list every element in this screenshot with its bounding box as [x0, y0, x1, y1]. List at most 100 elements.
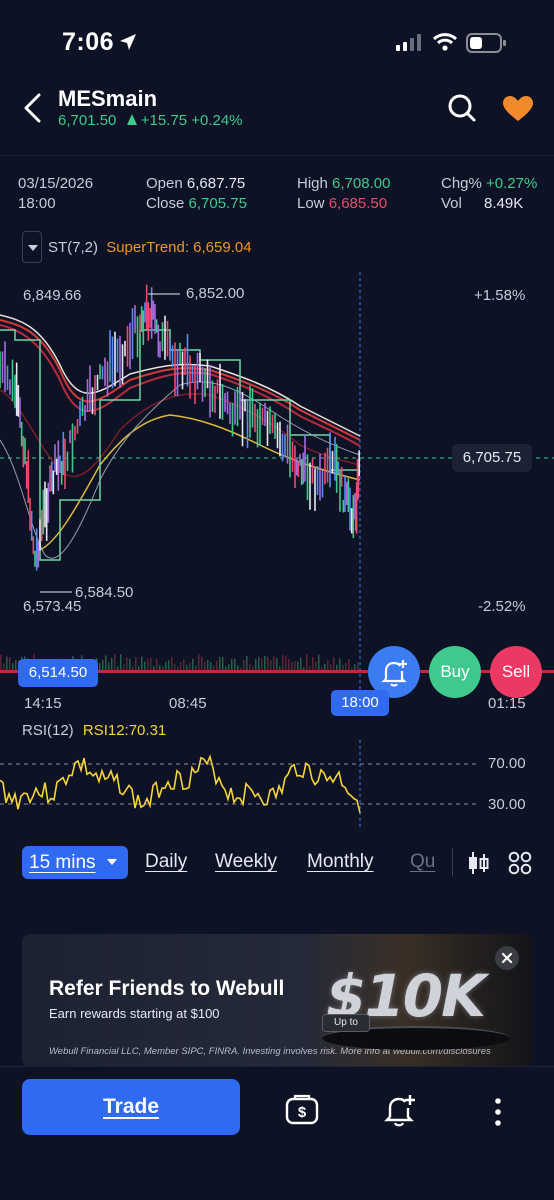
- close-value: 6,705.75: [188, 195, 247, 212]
- time-label-4: 01:15: [488, 695, 526, 712]
- tab-divider: [452, 848, 453, 876]
- volume-bar: [0, 654, 2, 672]
- low-row: Low 6,685.50: [297, 195, 387, 212]
- bell-plus-icon[interactable]: [384, 1093, 418, 1127]
- chevron-down-icon: [106, 859, 117, 865]
- volume-bar: [6, 656, 8, 672]
- badge-upto: Up to: [322, 1014, 370, 1032]
- wifi-icon: [432, 33, 458, 51]
- volume-bar: [339, 658, 341, 672]
- cash-icon[interactable]: $: [285, 1093, 319, 1125]
- cellular-signal-icon: [396, 34, 421, 51]
- vol-value: 8.49K: [484, 195, 524, 212]
- up-arrow-icon: [126, 114, 137, 125]
- sell-button[interactable]: Sell: [490, 646, 542, 698]
- low-marker-label: 6,584.50: [75, 584, 134, 601]
- volume-bar: [171, 657, 173, 672]
- crosshair-time-tag: 18:00: [331, 690, 389, 716]
- candlestick-icon[interactable]: [466, 850, 490, 876]
- search-icon[interactable]: [447, 93, 477, 123]
- price-chart[interactable]: [0, 270, 554, 715]
- tab-quarterly[interactable]: Qu: [410, 851, 435, 873]
- watchlist-heart-icon[interactable]: [502, 95, 534, 123]
- volume-bar: [105, 655, 107, 672]
- volume-bar: [120, 654, 122, 672]
- volume-bar: [273, 656, 275, 672]
- tab-daily[interactable]: Daily: [145, 851, 187, 873]
- buy-button[interactable]: Buy: [429, 646, 481, 698]
- symbol-quote: 6,701.50 +15.75 +0.24%: [58, 112, 243, 129]
- chg-row: Chg% +0.27%: [441, 175, 537, 192]
- referral-banner[interactable]: Refer Friends to Webull Earn rewards sta…: [22, 934, 532, 1067]
- vol-row: Vol 8.49K: [441, 195, 523, 212]
- open-value: 6,687.75: [186, 175, 246, 192]
- volume-bar: [246, 655, 248, 672]
- timeframe-selector[interactable]: 15 mins: [22, 846, 128, 879]
- rsi-header: RSI(12) RSI12:70.31: [22, 722, 166, 739]
- high-value: 6,708.00: [332, 175, 391, 192]
- volume-bar: [261, 658, 263, 672]
- banner-title: Refer Friends to Webull: [49, 977, 285, 1000]
- volume-bar: [201, 656, 203, 672]
- volume-bar: [333, 657, 335, 672]
- chart-max-label: 6,849.66: [23, 287, 82, 304]
- candlesticks: [0, 284, 360, 571]
- indicator-line[interactable]: ST(7,2) SuperTrend: 6,659.04: [48, 239, 252, 256]
- more-options-icon[interactable]: [490, 1097, 506, 1127]
- open-row: Open 6,687.75: [146, 175, 245, 192]
- indicator-dropdown[interactable]: [22, 231, 42, 263]
- grid-icon[interactable]: [508, 851, 532, 875]
- volume-bar: [147, 658, 149, 672]
- tab-monthly[interactable]: Monthly: [307, 851, 374, 873]
- location-arrow-icon: [120, 34, 136, 50]
- time-label-2: 08:45: [169, 695, 207, 712]
- low-price-tag: 6,514.50: [18, 659, 98, 687]
- volume-bar: [282, 655, 284, 672]
- rsi-value: RSI12:70.31: [82, 722, 167, 739]
- svg-text:$: $: [298, 1104, 307, 1121]
- header-divider: [0, 155, 554, 156]
- banner-close-button[interactable]: [495, 946, 519, 970]
- volume-bar: [267, 656, 269, 672]
- last-price: 6,701.50: [58, 112, 117, 129]
- bottom-divider: [0, 1066, 554, 1067]
- indicator-value: SuperTrend: 6,659.04: [106, 239, 252, 256]
- volume-bar: [135, 656, 137, 672]
- volume-bar: [219, 656, 221, 672]
- low-label: Low: [297, 195, 325, 212]
- back-icon[interactable]: [20, 92, 46, 124]
- ma-ribbon-1: [0, 319, 361, 441]
- close-row: Close 6,705.75: [146, 195, 247, 212]
- volume-bar: [114, 654, 116, 672]
- volume-bar: [141, 656, 143, 672]
- price-change: +15.75: [140, 112, 188, 129]
- volume-bar: [306, 654, 308, 672]
- indicator-name: ST(7,2): [48, 239, 99, 256]
- volume-bar: [258, 657, 260, 672]
- tab-weekly[interactable]: Weekly: [215, 851, 277, 873]
- volume-bar: [111, 657, 113, 672]
- high-label: High: [297, 175, 328, 192]
- volume-bar: [276, 658, 278, 672]
- status-time: 7:06: [62, 28, 115, 56]
- volume-bar: [9, 657, 11, 672]
- low-value: 6,685.50: [328, 195, 388, 212]
- price-change-pct: +0.24%: [191, 112, 243, 129]
- volume-bar: [264, 656, 266, 672]
- chart-min-label: 6,573.45: [23, 598, 82, 615]
- current-price-tag: 6,705.75: [452, 444, 532, 472]
- bar-date: 03/15/2026: [18, 175, 94, 192]
- trade-button[interactable]: Trade: [22, 1079, 240, 1135]
- bar-time: 18:00: [18, 195, 56, 212]
- vol-label: Vol: [441, 195, 462, 212]
- close-icon: [501, 952, 513, 964]
- rsi-chart[interactable]: [0, 740, 554, 830]
- battery-icon: [466, 33, 506, 53]
- banner-subtitle: Earn rewards starting at $100: [49, 1006, 220, 1021]
- volume-bar: [285, 656, 287, 672]
- time-label-1: 14:15: [24, 695, 62, 712]
- high-row: High 6,708.00: [297, 175, 390, 192]
- chg-label: Chg%: [441, 175, 482, 192]
- volume-bar: [312, 656, 314, 672]
- chg-value: +0.27%: [486, 175, 538, 192]
